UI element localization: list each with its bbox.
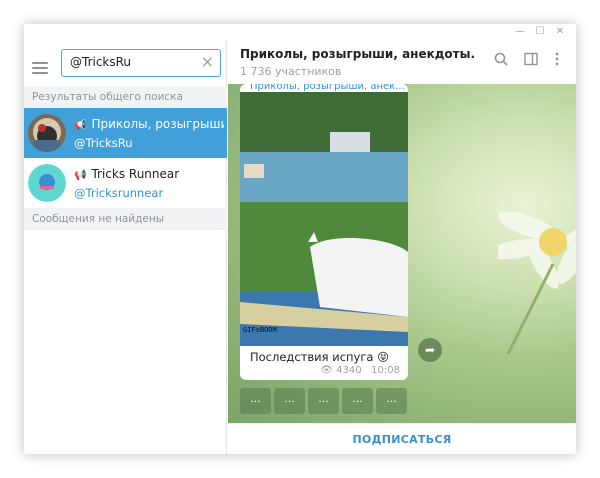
channel-megaphone-icon: 📢 [74,170,87,181]
chat-title: Приколы, розыгрыши, анекдоты. [240,47,476,61]
clear-search-icon[interactable]: × [201,52,214,71]
global-results-label: Результаты общего поиска [24,86,227,108]
more-options-icon[interactable] [554,52,560,66]
message-caption: Последствия испуга 😝 [250,350,390,364]
chat-panel: Приколы, розыгрыши, анекдоты. 1 736 учас… [228,40,576,454]
search-input[interactable]: @TricksRu [70,55,131,69]
views-icon: 👁 [320,365,333,376]
sidebar: @TricksRu × Результаты общего поиска 📢 Пр… [24,40,227,454]
maximize-icon[interactable]: ☐ [530,24,550,40]
subscribe-button[interactable]: ПОДПИСАТЬСЯ [352,433,451,446]
view-count: 4340 [336,365,362,376]
gif-watermark: GIFsBOOM [243,326,277,334]
close-window-icon[interactable]: ✕ [550,24,570,40]
channel-avatar [28,114,66,152]
title-bar: — ☐ ✕ [24,24,576,40]
inline-button[interactable]: ... [376,388,407,414]
minimize-icon[interactable]: — [510,24,530,40]
sidebar-toggle-icon[interactable] [524,52,538,66]
inline-keyboard: ... ... ... ... ... [240,388,408,414]
search-result-item[interactable]: 📢 Tricks Runnear @Tricksrunnear [24,158,227,208]
chat-header[interactable]: Приколы, розыгрыши, анекдоты. 1 736 учас… [228,40,576,84]
result-handle: @TricksRu [74,136,133,150]
result-title: Приколы, розыгрыши, ... [91,117,224,131]
chat-background: GIFsBOOM Приколы, розыгрыши, анек... Пос… [228,84,576,423]
search-result-item[interactable]: 📢 Приколы, розыгрыши, ... @TricksRu [24,108,227,158]
channel-avatar [28,164,66,202]
menu-icon[interactable] [32,62,48,74]
inline-button[interactable]: ... [240,388,271,414]
result-handle: @Tricksrunnear [74,186,164,200]
search-field[interactable]: @TricksRu × [61,49,221,77]
inline-button[interactable]: ... [274,388,305,414]
share-icon[interactable]: ➦ [418,338,442,362]
telegram-window: — ☐ ✕ @TricksRu × Результаты общего поис… [24,24,576,454]
inline-button[interactable]: ... [308,388,339,414]
member-count: 1 736 участников [240,65,342,78]
subscribe-bar: ПОДПИСАТЬСЯ [228,423,576,454]
channel-megaphone-icon: 📢 [74,120,87,131]
gif-video[interactable]: GIFsBOOM [240,92,408,346]
search-icon[interactable] [494,52,508,66]
message-time: 10:08 [371,365,400,376]
message-meta: 👁 4340 10:08 [320,365,400,376]
message-bubble[interactable]: GIFsBOOM Приколы, розыгрыши, анек... Пос… [240,84,408,380]
no-messages-label: Сообщения не найдены [24,208,227,230]
inline-button[interactable]: ... [342,388,373,414]
daisy-background-image [498,211,576,354]
result-title: Tricks Runnear [91,167,180,181]
channel-link[interactable]: Приколы, розыгрыши, анек... [250,84,405,92]
